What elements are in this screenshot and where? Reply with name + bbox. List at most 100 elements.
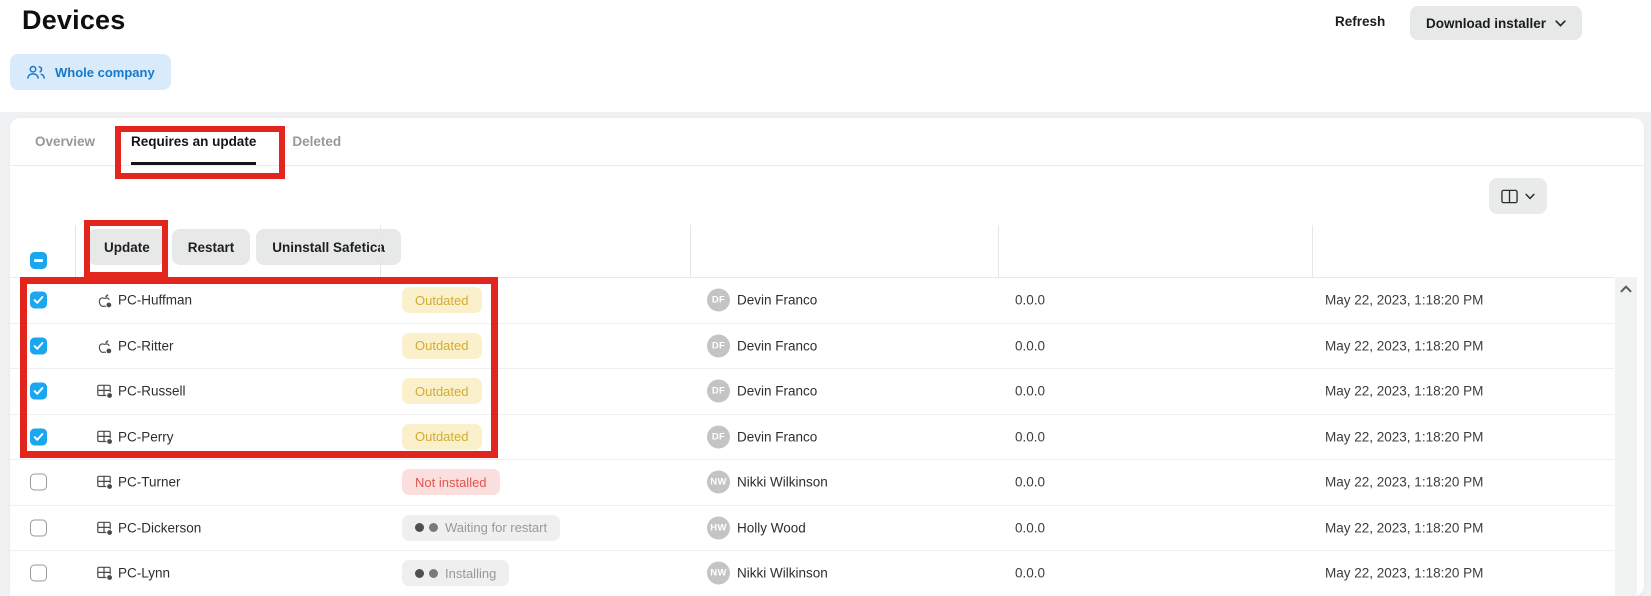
device-row[interactable]: PC-Lynn Installing NW Nikki Wilkinson 0.… — [10, 551, 1614, 596]
device-name: PC-Lynn — [118, 566, 170, 581]
indeterminate-minus-icon — [34, 259, 43, 262]
user-avatar: DF — [707, 380, 730, 403]
scroll-up-icon — [1620, 285, 1632, 293]
check-icon — [33, 432, 44, 441]
user-avatar: DF — [707, 425, 730, 448]
user-name: Devin Franco — [737, 293, 817, 308]
row-checkbox[interactable] — [30, 474, 47, 491]
agent-version: 0.0.0 — [1015, 429, 1045, 444]
last-update-timestamp: May 22, 2023, 1:18:20 PM — [1325, 475, 1483, 490]
check-icon — [33, 296, 44, 305]
device-row[interactable]: PC-Huffman Outdated DF Devin Franco 0.0.… — [10, 278, 1614, 324]
windows-device-icon — [95, 564, 114, 583]
device-row[interactable]: PC-Ritter Outdated DF Devin Franco 0.0.0… — [10, 324, 1614, 370]
row-checkbox[interactable] — [30, 428, 47, 445]
windows-device-icon — [95, 427, 114, 446]
agent-version: 0.0.0 — [1015, 475, 1045, 490]
macos-device-icon — [95, 291, 114, 310]
windows-device-icon — [95, 473, 114, 492]
tab-deleted[interactable]: Deleted — [274, 118, 359, 165]
page-title: Devices — [22, 5, 125, 36]
scope-filter-label: Whole company — [55, 65, 155, 80]
agent-version: 0.0.0 — [1015, 566, 1045, 581]
macos-device-icon — [95, 336, 114, 355]
column-settings-button[interactable] — [1489, 178, 1547, 214]
check-icon — [33, 341, 44, 350]
device-table: PC-Huffman Outdated DF Devin Franco 0.0.… — [10, 277, 1614, 596]
devices-page: Devices Refresh Download installer Whole… — [0, 0, 1651, 596]
status-label: Outdated — [415, 429, 469, 444]
status-badge: Outdated — [402, 333, 482, 359]
user-avatar: NW — [707, 471, 730, 494]
people-icon — [26, 65, 46, 80]
status-badge: Outdated — [402, 287, 482, 313]
device-name: PC-Perry — [118, 429, 174, 444]
devices-card: OverviewRequires an updateDeleted Update… — [10, 118, 1644, 596]
status-badge: Waiting for restart — [402, 515, 560, 541]
last-update-timestamp: May 22, 2023, 1:18:20 PM — [1325, 293, 1483, 308]
windows-device-icon — [95, 382, 114, 401]
row-checkbox[interactable] — [30, 292, 47, 309]
device-name: PC-Turner — [118, 475, 181, 490]
last-update-timestamp: May 22, 2023, 1:18:20 PM — [1325, 520, 1483, 535]
download-installer-button[interactable]: Download installer — [1410, 6, 1582, 40]
tab-requires-an-update[interactable]: Requires an update — [113, 118, 274, 165]
agent-version: 0.0.0 — [1015, 338, 1045, 353]
macos-icon — [95, 291, 114, 310]
device-name: PC-Ritter — [118, 338, 174, 353]
windows-icon — [95, 427, 114, 446]
status-label: Not installed — [415, 475, 487, 490]
windows-icon — [95, 518, 114, 537]
device-row[interactable]: PC-Turner Not installed NW Nikki Wilkins… — [10, 460, 1614, 506]
windows-icon — [95, 564, 114, 583]
device-row[interactable]: PC-Perry Outdated DF Devin Franco 0.0.0 … — [10, 415, 1614, 461]
status-label: Outdated — [415, 384, 469, 399]
bulk-restart-button[interactable]: Restart — [172, 229, 251, 265]
chevron-down-icon — [1555, 20, 1566, 27]
status-label: Outdated — [415, 338, 469, 353]
tabs-bar: OverviewRequires an updateDeleted — [10, 118, 1644, 166]
user-name: Devin Franco — [737, 429, 817, 444]
select-all-checkbox[interactable] — [30, 252, 47, 269]
tab-overview[interactable]: Overview — [17, 118, 113, 165]
column-divider — [690, 225, 691, 277]
download-installer-label: Download installer — [1426, 16, 1546, 31]
columns-icon — [1501, 189, 1518, 204]
status-label: Waiting for restart — [445, 520, 547, 535]
windows-icon — [95, 382, 114, 401]
last-update-timestamp: May 22, 2023, 1:18:20 PM — [1325, 429, 1483, 444]
last-update-timestamp: May 22, 2023, 1:18:20 PM — [1325, 338, 1483, 353]
row-checkbox[interactable] — [30, 337, 47, 354]
agent-version: 0.0.0 — [1015, 293, 1045, 308]
status-label: Outdated — [415, 293, 469, 308]
user-avatar: HW — [707, 516, 730, 539]
progress-dots-icon — [415, 523, 438, 532]
last-update-timestamp: May 22, 2023, 1:18:20 PM — [1325, 384, 1483, 399]
refresh-button[interactable]: Refresh — [1335, 14, 1385, 29]
progress-dots-icon — [415, 569, 438, 578]
user-name: Holly Wood — [737, 520, 806, 535]
scope-filter-chip[interactable]: Whole company — [10, 54, 171, 90]
bulk-update-button[interactable]: Update — [88, 229, 166, 265]
column-divider — [1312, 225, 1313, 277]
check-icon — [33, 387, 44, 396]
status-badge: Outdated — [402, 424, 482, 450]
user-name: Devin Franco — [737, 384, 817, 399]
chevron-down-icon — [1525, 193, 1535, 200]
windows-device-icon — [95, 518, 114, 537]
status-badge: Not installed — [402, 469, 500, 495]
toolbar-divider — [75, 225, 76, 277]
row-checkbox[interactable] — [30, 383, 47, 400]
user-name: Devin Franco — [737, 338, 817, 353]
device-name: PC-Huffman — [118, 293, 192, 308]
user-name: Nikki Wilkinson — [737, 566, 828, 581]
user-name: Nikki Wilkinson — [737, 475, 828, 490]
table-scrollbar[interactable] — [1615, 277, 1637, 596]
device-name: PC-Dickerson — [118, 520, 201, 535]
device-row[interactable]: PC-Dickerson Waiting for restart HW Holl… — [10, 506, 1614, 552]
row-checkbox[interactable] — [30, 565, 47, 582]
agent-version: 0.0.0 — [1015, 520, 1045, 535]
row-checkbox[interactable] — [30, 519, 47, 536]
last-update-timestamp: May 22, 2023, 1:18:20 PM — [1325, 566, 1483, 581]
device-row[interactable]: PC-Russell Outdated DF Devin Franco 0.0.… — [10, 369, 1614, 415]
